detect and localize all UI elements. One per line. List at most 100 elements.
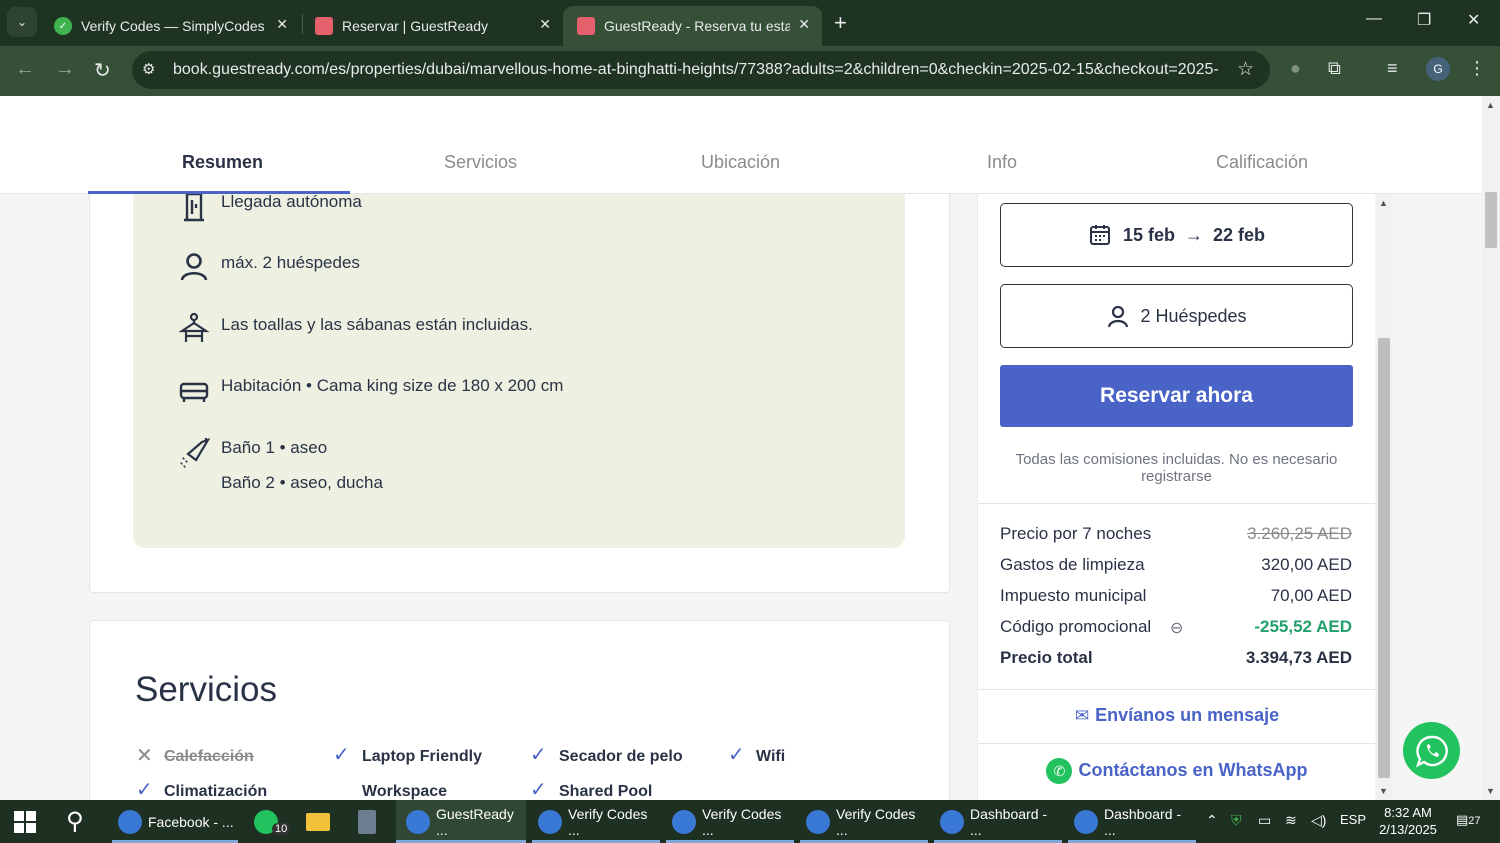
price-label: Gastos de limpieza — [1000, 555, 1145, 574]
tab-close-icon[interactable]: ✕ — [798, 16, 810, 33]
restore-icon[interactable]: ❐ — [1417, 10, 1431, 30]
taskbar-whatsapp[interactable]: 10 — [254, 800, 294, 843]
tab-search-chevron-icon[interactable]: ⌄ — [7, 7, 37, 37]
whatsapp-icon — [1415, 735, 1448, 767]
page-scroll-thumb[interactable] — [1485, 192, 1497, 248]
service-item: Laptop Friendly — [362, 748, 482, 765]
send-message-link[interactable]: ✉ Envíanos un mensaje — [978, 705, 1375, 726]
minimize-icon[interactable]: — — [1366, 10, 1382, 28]
whatsapp-floating-button[interactable] — [1403, 722, 1460, 779]
close-window-icon[interactable]: ✕ — [1467, 10, 1480, 30]
browser-toolbar: ← → ↻ ⚙ book.guestready.com/es/propertie… — [0, 46, 1500, 96]
taskbar-chrome-facebook[interactable]: Facebook - ... — [112, 800, 238, 843]
tab-ubicacion[interactable]: Ubicación — [701, 152, 780, 173]
search-icon[interactable]: ⚲ — [66, 800, 84, 843]
notification-count: 27 — [1468, 815, 1481, 827]
calculator-icon[interactable] — [358, 800, 376, 843]
browser-tab-reservar[interactable]: Reservar | GuestReady ✕ — [301, 6, 563, 46]
shield-icon[interactable]: ⛨ — [1231, 812, 1242, 829]
address-bar[interactable]: ⚙ book.guestready.com/es/properties/duba… — [132, 51, 1270, 89]
tray-chevron-icon[interactable]: ⌃ — [1206, 812, 1218, 829]
check-icon: ✓ — [333, 744, 350, 766]
tab-resumen[interactable]: Resumen — [182, 152, 263, 173]
tab-title: GuestReady - Reserva tu estanc — [604, 18, 790, 34]
taskbar-item-label: GuestReady ... — [436, 805, 514, 838]
page-scrollbar[interactable]: ▲ ▼ — [1482, 96, 1500, 800]
battery-icon[interactable]: ▭ — [1258, 812, 1271, 829]
promo-discount: -255,52 AED — [1254, 617, 1352, 636]
sidebar-scrollbar[interactable]: ▲ ▼ — [1376, 194, 1392, 800]
book-now-button[interactable]: Reservar ahora — [1000, 365, 1353, 427]
taskbar-item-label: Dashboard - ... — [970, 805, 1048, 838]
calendar-icon — [1089, 225, 1110, 245]
scroll-down-icon[interactable]: ▼ — [1486, 786, 1495, 796]
checkin-date: 15 feb — [1122, 224, 1175, 245]
site-info-icon[interactable]: ⚙ — [142, 60, 155, 78]
taskbar-chrome-verify-3[interactable]: Verify Codes ... — [800, 800, 928, 843]
guestready-favicon-icon — [577, 17, 595, 35]
tab-close-icon[interactable]: ✕ — [276, 16, 288, 33]
tab-servicios[interactable]: Servicios — [444, 152, 517, 173]
unavailable-x-icon: ✕ — [136, 745, 153, 767]
forward-icon[interactable]: → — [55, 58, 75, 81]
sidebar-scroll-thumb[interactable] — [1378, 338, 1390, 778]
person-icon — [1108, 305, 1129, 328]
section-nav: Resumen Servicios Ubicación Info Calific… — [0, 96, 1482, 194]
hanger-icon — [178, 312, 210, 342]
taskbar-chrome-verify-2[interactable]: Verify Codes ... — [666, 800, 794, 843]
total-label: Precio total — [1000, 648, 1093, 667]
scroll-down-icon[interactable]: ▼ — [1379, 786, 1388, 796]
back-icon[interactable]: ← — [15, 58, 35, 81]
whatsapp-contact-link[interactable]: ✆ Contáctanos en WhatsApp — [978, 758, 1375, 784]
start-windows-icon[interactable] — [14, 800, 36, 843]
media-control-icon[interactable]: ≡ — [1387, 58, 1398, 79]
new-tab-button[interactable]: + — [834, 10, 847, 36]
wifi-icon[interactable]: ≋ — [1285, 812, 1297, 829]
scroll-up-icon[interactable]: ▲ — [1486, 100, 1495, 110]
service-item: Climatización — [164, 783, 268, 800]
file-explorer-icon[interactable] — [306, 800, 330, 843]
remove-promo-icon[interactable]: ⊖ — [1170, 618, 1183, 638]
profile-avatar[interactable]: G — [1426, 57, 1450, 81]
browser-tab-guestready-active[interactable]: GuestReady - Reserva tu estanc ✕ — [563, 6, 822, 46]
tab-title: Verify Codes — SimplyCodes — [81, 18, 265, 34]
tab-info[interactable]: Info — [987, 152, 1017, 173]
taskbar-chrome-dashboard-1[interactable]: Dashboard - ... — [934, 800, 1062, 843]
extension-icon[interactable]: ● — [1290, 58, 1301, 79]
tab-calificacion[interactable]: Calificación — [1216, 152, 1308, 173]
check-icon: ✓ — [530, 779, 547, 800]
scroll-up-icon[interactable]: ▲ — [1379, 198, 1388, 208]
language-indicator[interactable]: ESP — [1340, 812, 1366, 827]
price-value: 70,00 AED — [1270, 586, 1352, 605]
url-text[interactable]: book.guestready.com/es/properties/dubai/… — [173, 61, 1218, 79]
price-label: Precio por 7 noches — [1000, 524, 1152, 543]
taskbar-chrome-guestready[interactable]: GuestReady ... — [396, 800, 526, 843]
simplycodes-favicon-icon: ✓ — [54, 17, 72, 35]
divider — [978, 689, 1375, 690]
chrome-icon — [940, 809, 964, 834]
reload-icon[interactable]: ↻ — [94, 58, 111, 83]
check-icon: ✓ — [530, 744, 547, 766]
browser-menu-icon[interactable]: ⋮ — [1468, 58, 1486, 79]
services-card — [89, 620, 950, 800]
extensions-puzzle-icon[interactable]: ⧉ — [1328, 58, 1341, 79]
door-icon — [184, 192, 204, 222]
taskbar-chrome-dashboard-2[interactable]: Dashboard - ... — [1068, 800, 1196, 843]
person-icon — [180, 253, 208, 281]
date-selector[interactable]: 15 feb → 22 feb — [1000, 203, 1353, 267]
volume-icon[interactable]: ◁) — [1311, 812, 1326, 829]
bookmark-star-icon[interactable]: ☆ — [1237, 58, 1254, 81]
feature-linens: Las toallas y las sábanas están incluida… — [221, 315, 533, 334]
guests-selector[interactable]: 2 Huéspedes — [1000, 284, 1353, 348]
tab-close-icon[interactable]: ✕ — [539, 16, 551, 33]
service-item: Calefacción — [164, 748, 254, 765]
chrome-icon — [1074, 809, 1098, 834]
price-label: Impuesto municipal — [1000, 586, 1147, 605]
browser-tab-simplycodes[interactable]: ✓ Verify Codes — SimplyCodes ✕ — [40, 6, 300, 46]
envelope-icon: ✉ — [1074, 706, 1090, 725]
taskbar-item-label: Dashboard - ... — [1104, 805, 1182, 838]
notification-center-icon[interactable]: ▤27 — [1456, 812, 1481, 828]
service-item: Wifi — [756, 748, 786, 765]
system-clock[interactable]: 8:32 AM 2/13/2025 — [1376, 804, 1440, 838]
taskbar-chrome-verify-1[interactable]: Verify Codes ... — [532, 800, 660, 843]
